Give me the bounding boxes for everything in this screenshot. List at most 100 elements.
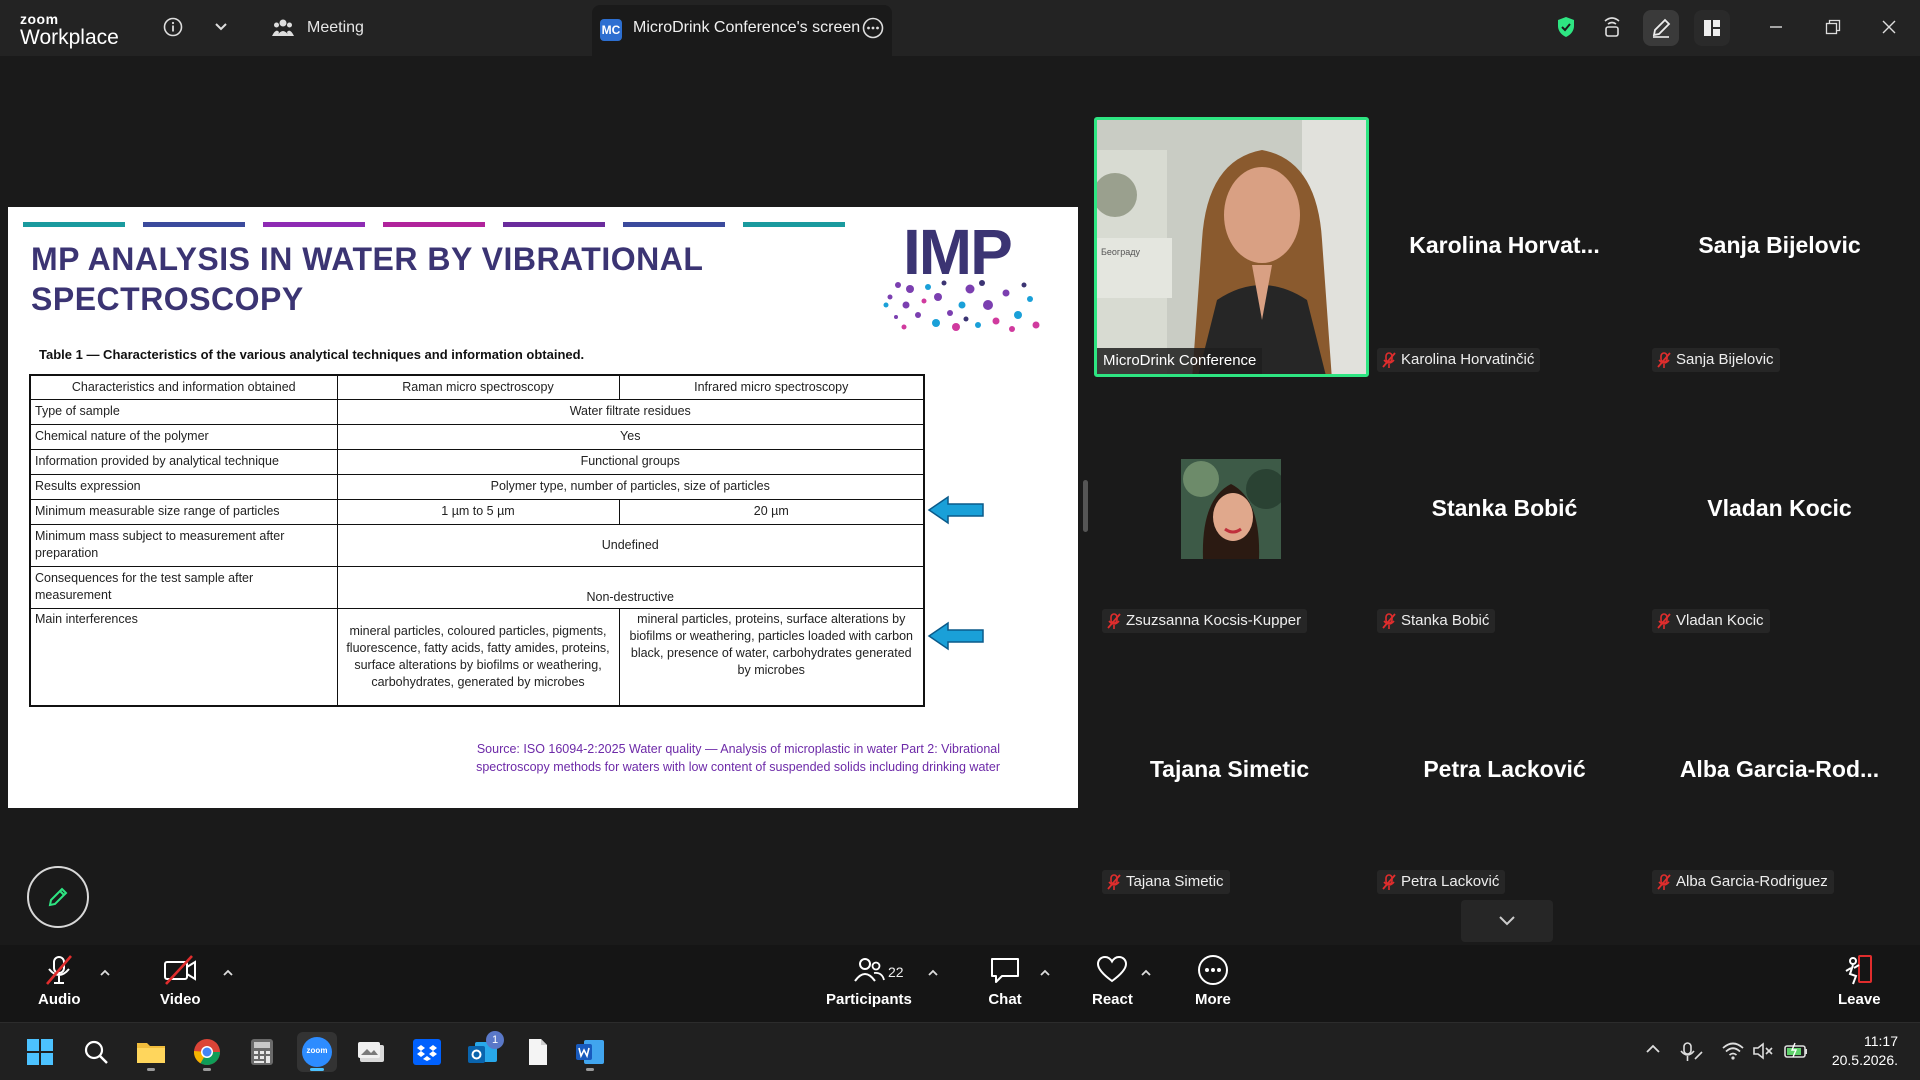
focus-mode-icon[interactable] [1599,14,1625,40]
slide-title: MP ANALYSIS IN WATER BY VIBRATIONAL SPEC… [31,239,831,319]
search-button[interactable] [76,1032,116,1072]
dropbox-button[interactable] [407,1032,447,1072]
zoom-logo: zoom Workplace [20,12,119,48]
meeting-icon[interactable] [270,14,296,40]
participants-icon [854,958,885,982]
slide-title-line1: MP ANALYSIS IN WATER BY VIBRATIONAL [31,241,704,277]
participant-label-text: Alba Garcia-Rodriguez [1676,873,1828,890]
mic-in-use-icon[interactable] [1680,1041,1704,1063]
chevron-up-icon[interactable] [1645,1041,1661,1057]
audio-options-caret-icon[interactable] [99,969,111,977]
encryption-shield-icon[interactable] [1553,14,1579,40]
react-options-caret-icon[interactable] [1140,969,1152,977]
table-row: Results expression Polymer type, number … [29,473,925,500]
chrome-button[interactable] [187,1032,227,1072]
view-layout-button[interactable] [1694,10,1730,46]
participants-count: 22 [888,964,904,980]
row-label: Chemical nature of the polymer [29,423,338,450]
zoom-app-button[interactable]: zoom [297,1032,337,1072]
chrome-icon [193,1039,221,1066]
mail-badge: 1 [486,1031,504,1049]
participant-label: Karolina Horvatinčić [1377,348,1541,372]
running-indicator [147,1068,155,1071]
participant-avatar [1181,459,1281,559]
row-label: Consequences for the test sample after m… [29,565,338,609]
folder-icon [137,1043,165,1063]
participant-tile[interactable]: Tajana Simetic Tajana Simetic [1098,639,1361,894]
start-button[interactable] [20,1032,60,1072]
restore-icon[interactable] [1820,14,1846,40]
table-row: Type of sample Water filtrate residues [29,398,925,425]
audio-button[interactable]: Audio [38,953,81,1008]
participant-label-text: Petra Lacković [1401,873,1500,890]
left-arrow-icon [927,621,984,651]
more-button[interactable]: More [1195,953,1231,1008]
title-stripe [383,222,485,227]
chat-options-caret-icon[interactable] [1039,969,1051,977]
tab-title: MicroDrink Conference's screen [633,19,861,36]
annotate-pencil-button[interactable] [27,866,89,928]
title-stripe [23,222,125,227]
split-view-handle[interactable] [1083,480,1088,532]
screen-share-tab[interactable]: MC MicroDrink Conference's screen [592,5,892,56]
participant-label-text: Karolina Horvatinčić [1401,351,1535,368]
table-row: Chemical nature of the polymer Yes [29,423,925,450]
word-button[interactable] [570,1032,610,1072]
participants-button[interactable]: Participants [826,953,912,1008]
participant-tile[interactable]: Zsuzsanna Kocsis-Kupper [1098,378,1361,633]
close-icon[interactable] [1876,14,1902,40]
participant-tile[interactable]: Sanja Bijelovic Sanja Bijelovic [1648,117,1911,372]
tab-badge: MC [600,19,622,41]
speaker-muted-icon[interactable] [1752,1041,1774,1061]
header-cell: Infrared micro spectroscopy [618,374,925,400]
annotate-button[interactable] [1643,10,1679,46]
chat-icon [991,958,1019,983]
system-clock[interactable]: 11:17 20.5.2026. [1832,1032,1898,1070]
battery-charging-icon[interactable] [1783,1041,1809,1061]
windows-icon [27,1039,53,1065]
photos-button[interactable] [352,1032,392,1072]
participant-label: Vladan Kocic [1652,609,1770,633]
file-explorer-button[interactable] [131,1032,171,1072]
info-icon[interactable] [160,14,186,40]
document-icon [529,1039,547,1065]
calculator-button[interactable] [242,1032,282,1072]
participant-tile[interactable]: Alba Garcia-Rod... Alba Garcia-Rodriguez [1648,639,1911,894]
more-options-icon[interactable] [862,17,884,44]
search-icon [84,1040,108,1064]
row-value-raman: 1 µm to 5 µm [336,498,620,525]
participant-tile[interactable]: Vladan Kocic Vladan Kocic [1648,378,1911,633]
react-label: React [1092,991,1133,1008]
chat-button[interactable]: Chat [988,953,1022,1008]
gallery-next-page-button[interactable] [1461,900,1553,942]
react-button[interactable]: React [1092,953,1133,1008]
participant-name: Sanja Bijelovic [1698,232,1861,258]
row-value-raman: mineral particles, coloured particles, p… [336,607,620,707]
minimize-icon[interactable] [1763,14,1789,40]
tile-name-label: MicroDrink Conference [1097,348,1263,374]
chevron-down-icon[interactable] [208,14,234,40]
notepad-button[interactable] [518,1032,558,1072]
mic-muted-icon [46,955,73,985]
participant-tile[interactable]: Karolina Horvat... Karolina Horvatinčić [1373,117,1636,372]
video-options-caret-icon[interactable] [222,969,234,977]
outlook-button[interactable]: 1 [463,1031,504,1072]
title-bar: zoom Workplace Meeting MC MicroDrink Con… [0,0,1920,56]
video-button[interactable]: Video [160,953,201,1008]
participant-label: Sanja Bijelovic [1652,348,1780,372]
meeting-controls: Audio Video Participants 22 Chat React M… [0,945,1920,1022]
participants-options-caret-icon[interactable] [927,969,939,977]
participant-tile[interactable]: Stanka Bobić Stanka Bobić [1373,378,1636,633]
table-row: Minimum measurable size range of particl… [29,498,925,525]
leave-button[interactable]: Leave [1838,953,1881,1008]
row-value: Yes [336,423,925,450]
wifi-icon[interactable] [1721,1041,1745,1061]
more-label: More [1195,991,1231,1008]
leave-icon [1845,955,1873,985]
meeting-label[interactable]: Meeting [307,19,364,37]
participant-tile[interactable]: Petra Lacković Petra Lacković [1373,639,1636,894]
row-label: Results expression [29,473,338,500]
active-speaker-tile[interactable]: Београду MicroDrink Conference [1094,117,1369,377]
pencil-icon [48,887,68,907]
table-header-row: Characteristics and information obtained… [29,374,925,400]
